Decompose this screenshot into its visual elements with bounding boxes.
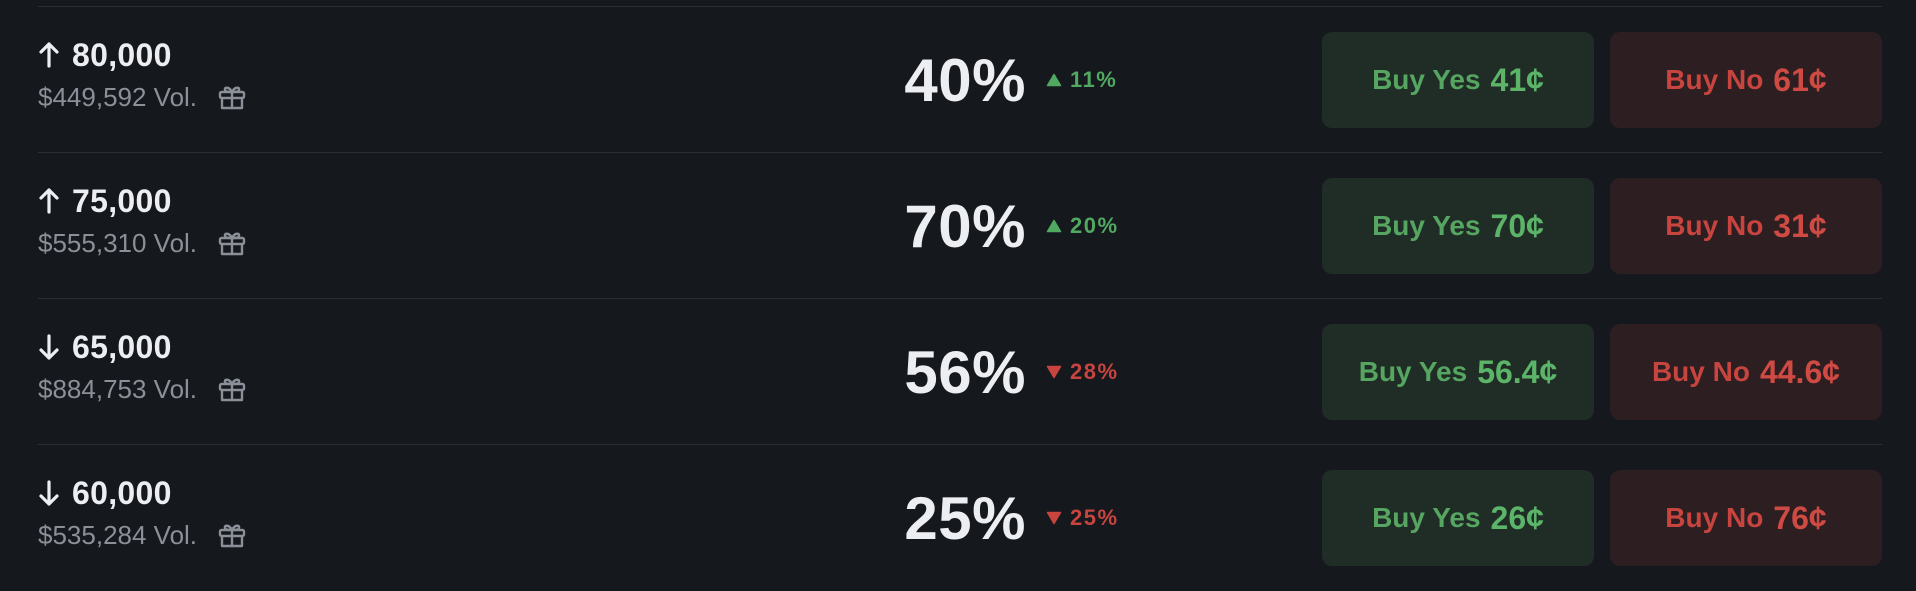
chance-percent: 70% [904, 192, 1026, 260]
buy-no-price: 44.6¢ [1759, 353, 1841, 390]
buy-yes-label: Buy Yes [1372, 64, 1481, 95]
outcome-title-text: 60,000 [72, 474, 172, 511]
volume-line: $535,284 Vol. [38, 517, 247, 553]
gift-icon[interactable] [217, 82, 247, 112]
chance-group: 70% 20% [900, 153, 1160, 299]
triangle-down-icon [1046, 365, 1062, 379]
change-value: 28% [1070, 359, 1119, 384]
buy-yes-label: Buy Yes [1372, 502, 1481, 533]
buy-yes-price: 56.4¢ [1477, 353, 1558, 390]
buy-yes-price: 26¢ [1490, 499, 1544, 536]
outcome-row[interactable]: 75,000 $555,310 Vol. 70% 20% Buy Yes 70¢ [38, 153, 1882, 299]
outcome-row[interactable]: 65,000 $884,753 Vol. 56% 28% Buy Yes 56.… [38, 299, 1882, 445]
buy-yes-label: Buy Yes [1372, 210, 1481, 241]
outcome-title: 60,000 [38, 473, 247, 513]
buy-yes-button[interactable]: Buy Yes 56.4¢ [1322, 324, 1594, 420]
volume-text: $555,310 Vol. [38, 227, 198, 258]
buy-yes-label: Buy Yes [1358, 356, 1468, 387]
gift-icon[interactable] [217, 228, 247, 258]
buy-no-button[interactable]: Buy No 44.6¢ [1610, 324, 1882, 420]
outcome-info: 65,000 $884,753 Vol. [38, 327, 247, 407]
buy-no-button[interactable]: Buy No 76¢ [1610, 470, 1882, 566]
outcome-row[interactable]: 60,000 $535,284 Vol. 25% 25% Buy Yes 26¢ [38, 445, 1882, 591]
volume-text: $884,753 Vol. [38, 373, 198, 404]
triangle-up-icon [1046, 219, 1062, 233]
gift-icon[interactable] [217, 374, 247, 404]
change-value: 25% [1070, 505, 1119, 530]
outcome-row[interactable]: 80,000 $449,592 Vol. 40% 11% Buy Yes 41¢ [38, 7, 1882, 153]
arrow-up-icon [38, 40, 60, 70]
outcome-info: 80,000 $449,592 Vol. [38, 35, 247, 115]
volume-text: $535,284 Vol. [38, 519, 198, 550]
buy-no-label: Buy No [1665, 210, 1764, 241]
buy-no-label: Buy No [1651, 356, 1750, 387]
buy-no-button[interactable]: Buy No 31¢ [1610, 178, 1882, 274]
buy-yes-button[interactable]: Buy Yes 70¢ [1322, 178, 1594, 274]
chance-percent: 40% [904, 46, 1026, 114]
chance-group: 25% 25% [900, 445, 1160, 591]
outcome-title-text: 80,000 [72, 36, 172, 73]
outcome-title-text: 75,000 [72, 182, 172, 219]
triangle-up-icon [1046, 73, 1062, 87]
volume-text: $449,592 Vol. [38, 81, 198, 112]
outcome-title: 80,000 [38, 35, 247, 75]
buy-yes-button[interactable]: Buy Yes 26¢ [1322, 470, 1594, 566]
change-indicator: 11% [1046, 67, 1117, 93]
arrow-down-icon [38, 332, 60, 362]
market-outcome-list: 80,000 $449,592 Vol. 40% 11% Buy Yes 41¢ [0, 0, 1916, 580]
chance-group: 40% 11% [900, 7, 1160, 153]
buy-no-price: 31¢ [1773, 207, 1827, 244]
outcome-info: 75,000 $555,310 Vol. [38, 181, 247, 261]
arrow-down-icon [38, 478, 60, 508]
buy-no-price: 61¢ [1773, 61, 1827, 98]
buy-yes-price: 41¢ [1490, 61, 1544, 98]
buy-yes-button[interactable]: Buy Yes 41¢ [1322, 32, 1594, 128]
outcome-title-text: 65,000 [72, 328, 172, 365]
change-indicator: 25% [1046, 505, 1119, 531]
chance-percent: 56% [904, 338, 1026, 406]
change-value: 11% [1070, 67, 1118, 92]
arrow-up-icon [38, 186, 60, 216]
outcome-title: 75,000 [38, 181, 247, 221]
buy-no-label: Buy No [1665, 502, 1764, 533]
buy-yes-price: 70¢ [1490, 207, 1544, 244]
buy-no-button[interactable]: Buy No 61¢ [1610, 32, 1882, 128]
chance-group: 56% 28% [900, 299, 1160, 445]
change-indicator: 20% [1046, 213, 1119, 239]
change-indicator: 28% [1046, 359, 1119, 385]
triangle-down-icon [1046, 511, 1062, 525]
change-value: 20% [1070, 213, 1119, 238]
volume-line: $449,592 Vol. [38, 79, 247, 115]
buy-no-price: 76¢ [1773, 499, 1827, 536]
outcome-info: 60,000 $535,284 Vol. [38, 473, 247, 553]
volume-line: $555,310 Vol. [38, 225, 247, 261]
outcome-title: 65,000 [38, 327, 247, 367]
buy-no-label: Buy No [1665, 64, 1764, 95]
volume-line: $884,753 Vol. [38, 371, 247, 407]
gift-icon[interactable] [217, 520, 247, 550]
chance-percent: 25% [904, 484, 1026, 552]
